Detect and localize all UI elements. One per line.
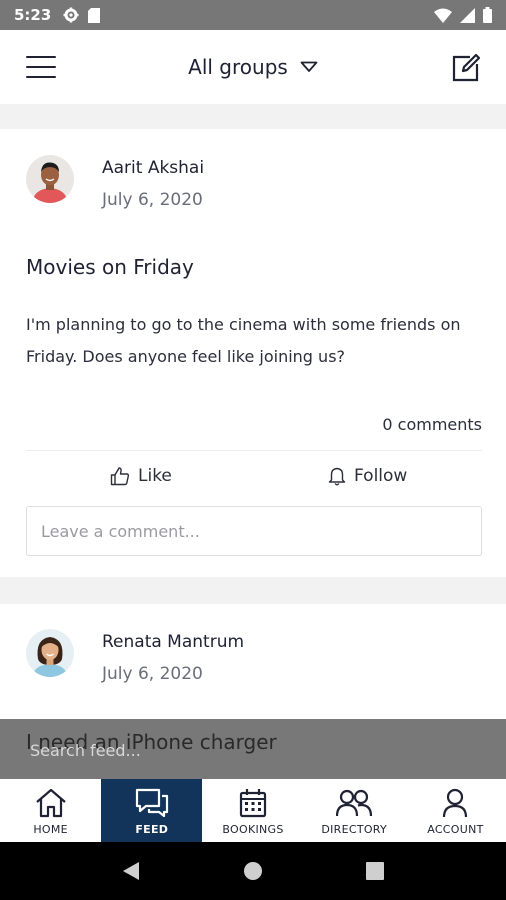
like-button[interactable]: Like bbox=[110, 466, 172, 486]
tab-bookings[interactable]: BOOKINGS bbox=[202, 779, 303, 842]
search-input[interactable] bbox=[30, 738, 470, 762]
calendar-icon bbox=[239, 789, 267, 818]
status-time: 5:23 bbox=[14, 6, 52, 24]
status-bar: 5:23 bbox=[0, 0, 506, 30]
search-bar: I need an iPhone charger bbox=[0, 719, 506, 779]
battery-icon bbox=[483, 7, 492, 23]
tab-directory[interactable]: DIRECTORY bbox=[304, 779, 405, 842]
recents-square-icon bbox=[366, 862, 384, 880]
hamburger-menu-icon[interactable] bbox=[26, 56, 56, 78]
follow-button[interactable]: Follow bbox=[328, 466, 407, 486]
group-selector-label: All groups bbox=[188, 55, 288, 79]
system-nav-bar bbox=[0, 842, 506, 900]
group-selector-dropdown[interactable]: All groups bbox=[188, 55, 318, 79]
home-system-button[interactable] bbox=[233, 851, 273, 891]
follow-label: Follow bbox=[354, 466, 408, 486]
avatar[interactable] bbox=[26, 155, 74, 203]
people-icon bbox=[336, 789, 373, 817]
tab-label: BOOKINGS bbox=[222, 823, 284, 836]
post-card: Aarit Akshai July 6, 2020 Movies on Frid… bbox=[0, 129, 506, 577]
like-label: Like bbox=[138, 466, 172, 486]
post-author[interactable]: Aarit Akshai bbox=[102, 158, 204, 178]
post-body: I'm planning to go to the cinema with so… bbox=[26, 315, 461, 366]
settings-icon bbox=[63, 7, 79, 23]
post-author[interactable]: Renata Mantrum bbox=[102, 632, 244, 652]
back-button[interactable] bbox=[111, 851, 151, 891]
post-date: July 6, 2020 bbox=[102, 190, 203, 210]
tab-account[interactable]: ACCOUNT bbox=[405, 779, 506, 842]
comments-count[interactable]: 0 comments bbox=[382, 415, 482, 434]
tab-feed[interactable]: FEED bbox=[101, 779, 203, 842]
tab-label: DIRECTORY bbox=[321, 823, 388, 836]
post-date: July 6, 2020 bbox=[102, 664, 203, 684]
tab-label: HOME bbox=[33, 823, 68, 836]
compose-icon[interactable] bbox=[450, 52, 482, 84]
sd-card-icon bbox=[88, 7, 101, 23]
chevron-down-icon bbox=[300, 61, 318, 72]
app-header: All groups bbox=[0, 30, 506, 104]
tab-home[interactable]: HOME bbox=[0, 779, 101, 842]
cell-signal-icon bbox=[460, 7, 475, 23]
tab-label: ACCOUNT bbox=[427, 823, 484, 836]
person-icon bbox=[443, 788, 468, 818]
home-circle-icon bbox=[244, 862, 262, 880]
avatar[interactable] bbox=[26, 629, 74, 677]
tab-label: FEED bbox=[135, 823, 169, 836]
recents-button[interactable] bbox=[355, 851, 395, 891]
post-title: Movies on Friday bbox=[26, 255, 194, 279]
divider bbox=[26, 450, 482, 451]
bell-icon bbox=[328, 467, 346, 486]
thumbs-up-icon bbox=[110, 467, 130, 486]
bottom-tab-bar: HOME FEED BOOKINGS DIRECTORY ACCOUNT bbox=[0, 779, 506, 842]
home-icon bbox=[35, 788, 66, 818]
chat-icon bbox=[135, 788, 168, 818]
comment-input[interactable] bbox=[26, 506, 482, 556]
wifi-icon bbox=[434, 8, 452, 23]
back-triangle-icon bbox=[123, 862, 139, 880]
